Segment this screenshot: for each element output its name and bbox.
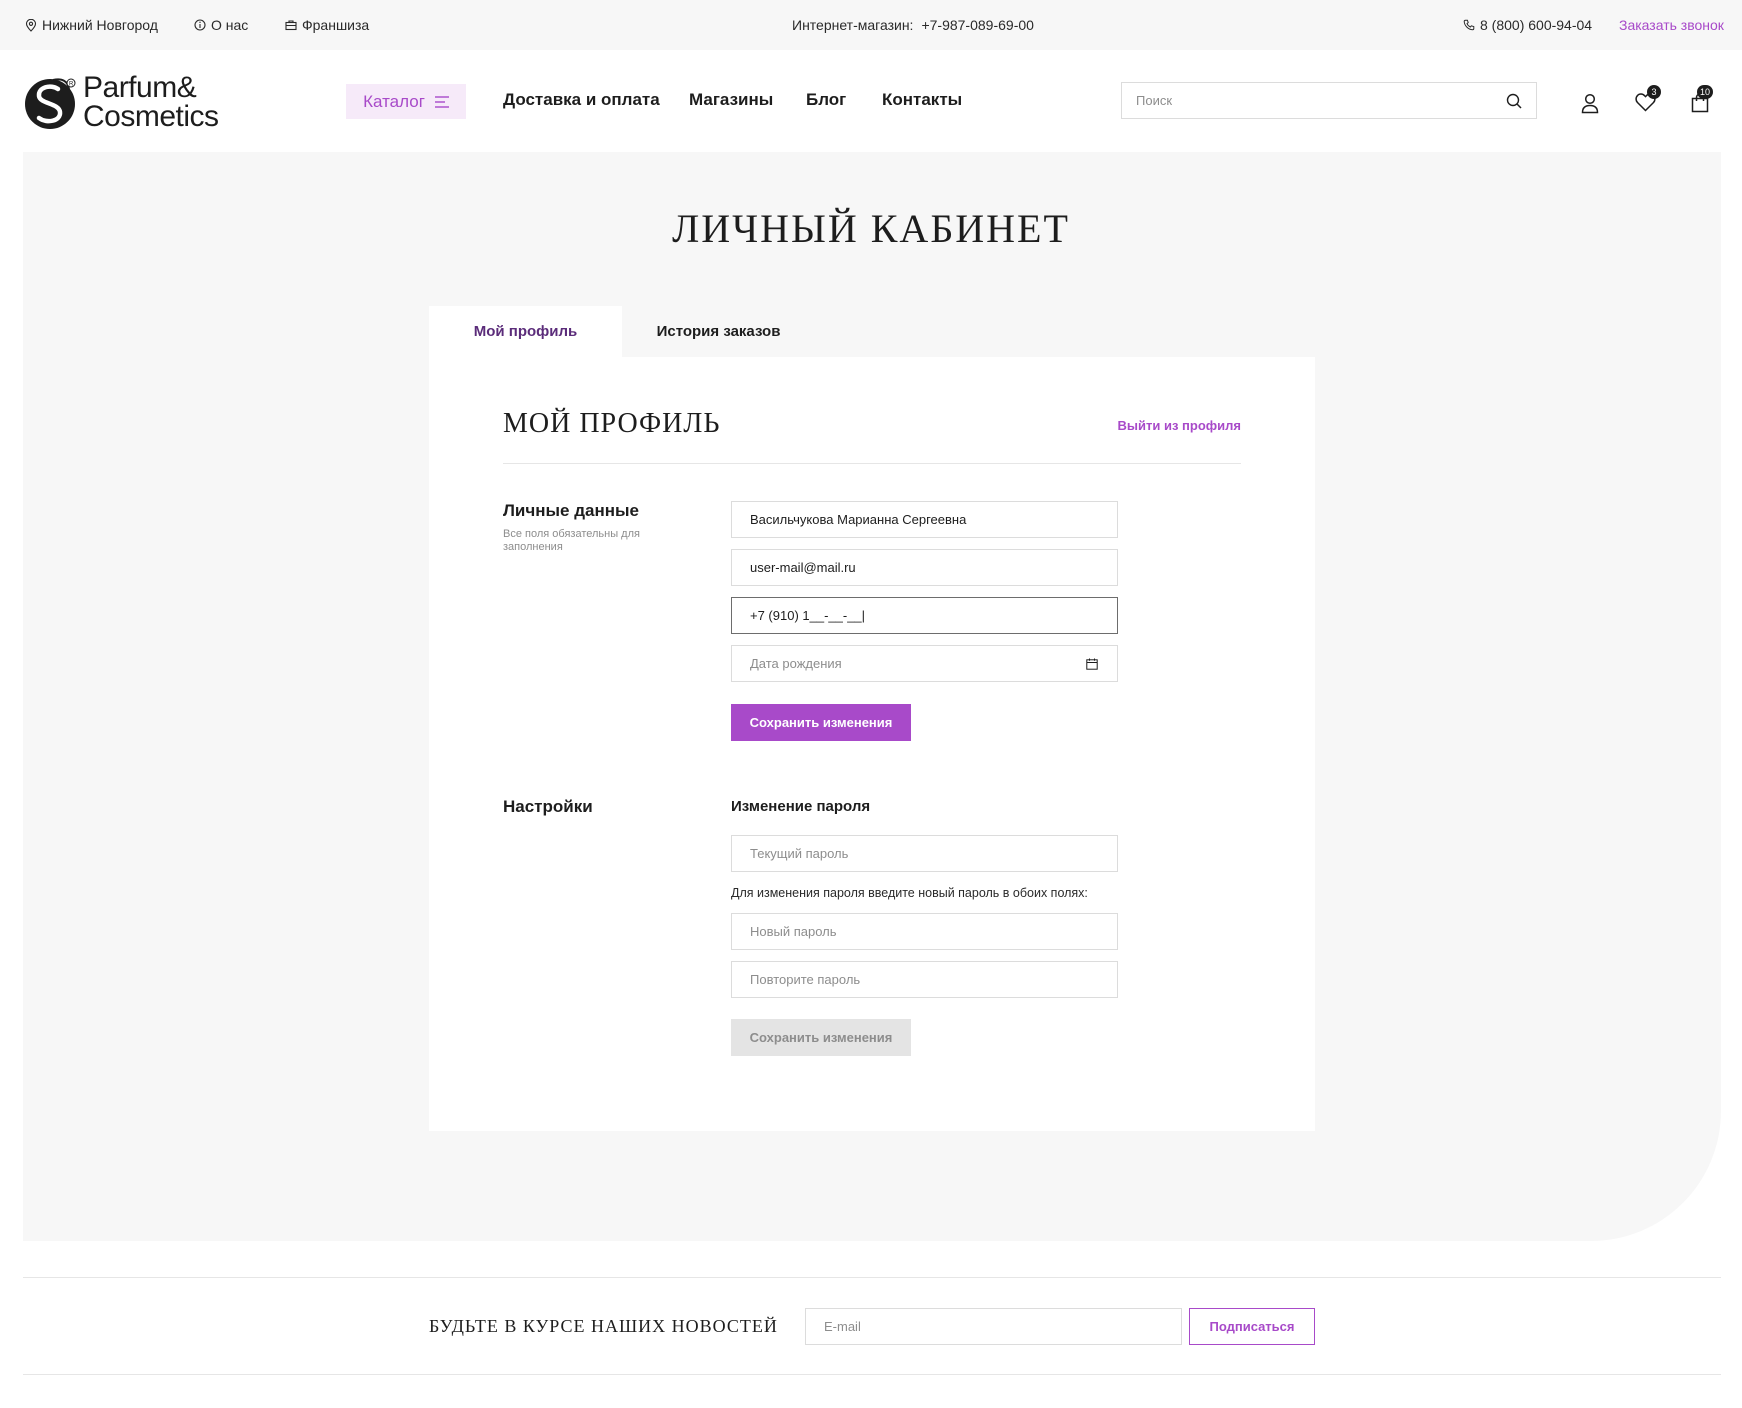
birth-date-field (731, 645, 1118, 682)
phone-input[interactable] (732, 598, 1117, 633)
nav-contacts[interactable]: Контакты (882, 90, 962, 110)
tab-my-profile[interactable]: Мой профиль (429, 306, 622, 357)
logo-line-2: Cosmetics (83, 100, 219, 133)
save-password-button[interactable]: Сохранить изменения (731, 1019, 911, 1056)
shop-phone[interactable]: Интернет-магазин: +7-987-089-69-00 (792, 0, 1034, 50)
repeat-password-input[interactable] (732, 962, 1117, 997)
tab-order-history[interactable]: История заказов (622, 306, 815, 357)
email-input[interactable] (732, 550, 1117, 585)
menu-lines-icon (434, 95, 449, 108)
logout-link[interactable]: Выйти из профиля (1118, 418, 1241, 433)
hotline-phone[interactable]: 8 (800) 600-94-04 (1463, 0, 1592, 50)
divider (503, 463, 1241, 464)
nav-blog[interactable]: Блог (806, 90, 846, 110)
repeat-password-field (731, 961, 1118, 998)
top-bar: Нижний Новгород О нас Франшиза Интернет-… (0, 0, 1742, 50)
newsletter-top-divider (23, 1277, 1721, 1278)
account-button[interactable] (1580, 93, 1600, 119)
search-icon[interactable] (1506, 93, 1522, 109)
hotline-number: 8 (800) 600-94-04 (1480, 17, 1593, 33)
logo-emblem-icon: R (25, 78, 76, 129)
about-link[interactable]: О нас (194, 0, 248, 50)
search-input[interactable] (1122, 83, 1482, 118)
full-name-input[interactable] (732, 502, 1117, 537)
logo-line-1: Parfum& (83, 71, 197, 104)
favorites-count-badge: 3 (1647, 85, 1661, 99)
newsletter-title: БУДЬТЕ В КУРСЕ НАШИХ НОВОСТЕЙ (429, 1316, 778, 1336)
calendar-icon[interactable] (1086, 658, 1098, 670)
favorites-button[interactable]: 3 (1635, 85, 1661, 117)
profile-card: МОЙ ПРОФИЛЬ Выйти из профиля Личные данн… (429, 357, 1315, 1131)
franchise-label: Франшиза (302, 17, 370, 33)
callback-link[interactable]: Заказать звонок (1619, 0, 1724, 50)
svg-text:R: R (69, 82, 74, 88)
page-title: ЛИЧНЫЙ КАБИНЕТ (672, 206, 1070, 251)
about-label: О нас (211, 17, 249, 33)
city-selector[interactable]: Нижний Новгород (25, 0, 158, 50)
location-pin-icon (25, 18, 37, 32)
briefcase-icon (285, 20, 297, 31)
current-password-input[interactable] (732, 836, 1117, 871)
full-name-field (731, 501, 1118, 538)
newsletter-email-field (805, 1308, 1182, 1345)
shop-phone-number: +7-987-089-69-00 (921, 17, 1034, 33)
password-change-title: Изменение пароля (731, 798, 871, 815)
franchise-link[interactable]: Франшиза (285, 0, 369, 50)
info-icon (194, 19, 206, 31)
logo[interactable]: R Parfum& Cosmetics (23, 73, 233, 133)
profile-title: МОЙ ПРОФИЛЬ (503, 408, 721, 439)
search-box (1121, 82, 1537, 119)
catalog-button[interactable]: Каталог (346, 84, 466, 119)
new-password-input[interactable] (732, 914, 1117, 949)
nav-delivery[interactable]: Доставка и оплата (503, 90, 660, 110)
shop-phone-label: Интернет-магазин: (792, 17, 914, 33)
user-icon (1581, 93, 1599, 114)
current-password-field (731, 835, 1118, 872)
nav-stores[interactable]: Магазины (689, 90, 773, 110)
personal-data-label: Личные данные (503, 501, 639, 520)
phone-field (731, 597, 1118, 634)
newsletter-email-input[interactable] (806, 1309, 1181, 1344)
city-label: Нижний Новгород (42, 17, 158, 33)
cart-button[interactable]: 10 (1691, 85, 1714, 118)
header: R Parfum& Cosmetics Каталог Доставка и о… (0, 50, 1742, 152)
email-field (731, 549, 1118, 586)
logo-text: Parfum& Cosmetics (83, 71, 219, 133)
new-password-field (731, 913, 1118, 950)
cart-count-badge: 10 (1697, 85, 1714, 99)
phone-icon (1463, 19, 1475, 31)
save-personal-button[interactable]: Сохранить изменения (731, 704, 911, 741)
settings-label: Настройки (503, 797, 593, 816)
required-fields-note: Все поля обязательны для заполнения (503, 528, 640, 553)
catalog-label: Каталог (363, 91, 425, 111)
subscribe-button[interactable]: Подписаться (1189, 1308, 1315, 1345)
birth-date-input[interactable] (732, 646, 1117, 681)
newsletter-bottom-divider (23, 1374, 1721, 1375)
password-hint: Для изменения пароля введите новый парол… (731, 886, 1088, 900)
